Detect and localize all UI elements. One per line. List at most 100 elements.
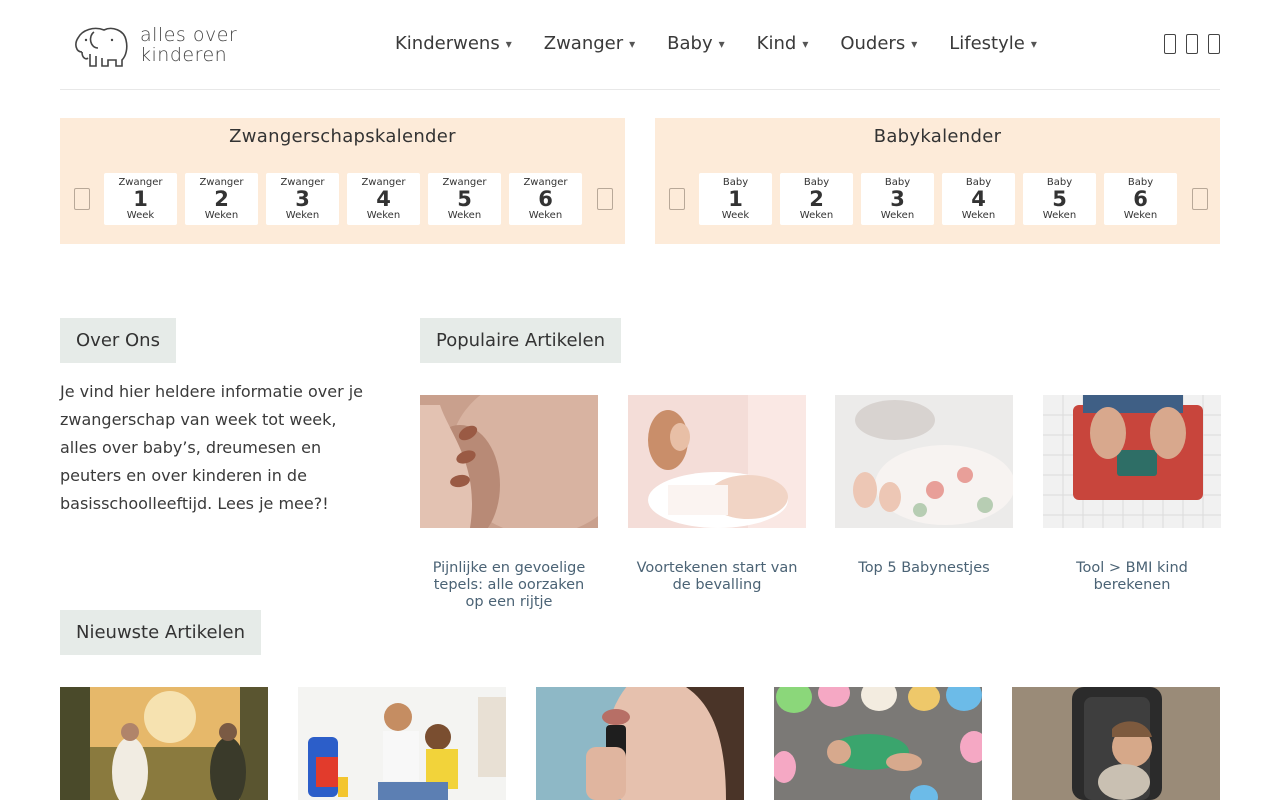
nav-item-kinderwens[interactable]: Kinderwens ▾ bbox=[395, 33, 512, 54]
card-unit: Weken bbox=[447, 210, 482, 221]
arrow-right-icon[interactable] bbox=[1192, 188, 1208, 210]
article-title[interactable]: Voortekenen start van de bevalling bbox=[628, 560, 806, 594]
popular-article-card[interactable]: Voortekenen start van de bevalling bbox=[628, 395, 806, 594]
card-unit: Weken bbox=[799, 210, 834, 221]
arrow-left-icon[interactable] bbox=[669, 188, 685, 210]
card-unit: Weken bbox=[285, 210, 320, 221]
card-number: 5 bbox=[457, 187, 472, 211]
about-heading: Over Ons bbox=[60, 318, 176, 363]
article-image[interactable] bbox=[835, 395, 1013, 528]
popular-heading: Populaire Artikelen bbox=[420, 318, 622, 363]
nav-label: Kinderwens bbox=[395, 33, 500, 54]
card-unit: Weken bbox=[1042, 210, 1077, 221]
card-label: Baby bbox=[1046, 177, 1073, 188]
search-icon[interactable] bbox=[1208, 34, 1220, 54]
card-number: 2 bbox=[214, 187, 229, 211]
calendar-card[interactable]: Zwanger 1 Week bbox=[104, 173, 177, 225]
card-label: Baby bbox=[1127, 177, 1154, 188]
calendar-card[interactable]: Baby 6 Weken bbox=[1104, 173, 1177, 225]
arrow-right-icon[interactable] bbox=[597, 188, 613, 210]
card-number: 6 bbox=[1133, 187, 1148, 211]
card-unit: Weken bbox=[528, 210, 563, 221]
site-logo[interactable]: alles over kinderen bbox=[72, 22, 237, 68]
main-nav: Kinderwens ▾ Zwanger ▾ Baby ▾ Kind ▾ Ouders ▾… bbox=[395, 33, 1069, 54]
newest-article-image[interactable] bbox=[298, 687, 506, 800]
card-unit: Weken bbox=[204, 210, 239, 221]
nav-item-lifestyle[interactable]: Lifestyle ▾ bbox=[949, 33, 1037, 54]
nav-item-kind[interactable]: Kind ▾ bbox=[757, 33, 809, 54]
social-icon[interactable] bbox=[1186, 34, 1198, 54]
article-title[interactable]: Top 5 Babynestjes bbox=[835, 560, 1013, 577]
card-unit: Weken bbox=[366, 210, 401, 221]
card-label: Zwanger bbox=[280, 177, 325, 188]
chevron-down-icon: ▾ bbox=[505, 36, 512, 51]
logo-line-2: kinderen bbox=[140, 44, 228, 66]
newest-article-image[interactable] bbox=[1012, 687, 1220, 800]
newest-heading: Nieuwste Artikelen bbox=[60, 610, 262, 655]
article-title[interactable]: Pijnlijke en gevoelige tepels: alle oorz… bbox=[420, 560, 598, 611]
nav-item-zwanger[interactable]: Zwanger ▾ bbox=[544, 33, 635, 54]
chevron-down-icon: ▾ bbox=[911, 36, 918, 51]
calendar-card[interactable]: Baby 1 Week bbox=[699, 173, 772, 225]
chevron-down-icon: ▾ bbox=[802, 36, 809, 51]
card-unit: Weken bbox=[880, 210, 915, 221]
calendar-title: Babykalender bbox=[873, 126, 1002, 147]
newest-article-image[interactable] bbox=[774, 687, 982, 800]
popular-article-card[interactable]: Top 5 Babynestjes bbox=[835, 395, 1013, 577]
calendar-card[interactable]: Zwanger 3 Weken bbox=[266, 173, 339, 225]
card-label: Baby bbox=[884, 177, 911, 188]
newest-article-image[interactable] bbox=[60, 687, 268, 800]
card-unit: Week bbox=[126, 210, 155, 221]
card-label: Zwanger bbox=[361, 177, 406, 188]
popular-article-card[interactable]: Pijnlijke en gevoelige tepels: alle oorz… bbox=[420, 395, 598, 611]
nav-label: Zwanger bbox=[543, 33, 624, 54]
nav-label: Kind bbox=[756, 33, 797, 54]
card-number: 5 bbox=[1052, 187, 1067, 211]
card-unit: Weken bbox=[961, 210, 996, 221]
card-number: 1 bbox=[133, 187, 148, 211]
calendar-card[interactable]: Zwanger 5 Weken bbox=[428, 173, 501, 225]
baby-calendar: Babykalender Baby 1 Week Baby 2 Weken Baby 3 W… bbox=[655, 118, 1220, 244]
card-number: 6 bbox=[538, 187, 553, 211]
card-label: Baby bbox=[803, 177, 830, 188]
card-number: 3 bbox=[295, 187, 310, 211]
card-label: Zwanger bbox=[523, 177, 568, 188]
card-number: 1 bbox=[728, 187, 743, 211]
calendar-card[interactable]: Zwanger 6 Weken bbox=[509, 173, 582, 225]
calendar-card[interactable]: Zwanger 4 Weken bbox=[347, 173, 420, 225]
calendar-card[interactable]: Zwanger 2 Weken bbox=[185, 173, 258, 225]
popular-article-card[interactable]: Tool > BMI kind berekenen bbox=[1043, 395, 1221, 594]
article-image[interactable] bbox=[420, 395, 598, 528]
nav-label: Lifestyle bbox=[949, 33, 1025, 54]
pregnancy-calendar: Zwangerschapskalender Zwanger 1 Week Zwang… bbox=[60, 118, 625, 244]
header-utility-icons bbox=[1154, 34, 1220, 54]
nav-item-baby[interactable]: Baby ▾ bbox=[667, 33, 725, 54]
site-header: alles over kinderen Kinderwens ▾ Zwanger ▾… bbox=[60, 0, 1220, 90]
arrow-left-icon[interactable] bbox=[74, 188, 90, 210]
chevron-down-icon: ▾ bbox=[718, 36, 725, 51]
calendar-title: Zwangerschapskalender bbox=[229, 126, 456, 147]
card-label: Zwanger bbox=[199, 177, 244, 188]
article-image[interactable] bbox=[1043, 395, 1221, 528]
card-number: 3 bbox=[890, 187, 905, 211]
card-label: Zwanger bbox=[442, 177, 487, 188]
card-label: Baby bbox=[722, 177, 749, 188]
card-unit: Week bbox=[721, 210, 750, 221]
nav-item-ouders[interactable]: Ouders ▾ bbox=[840, 33, 917, 54]
nav-label: Ouders bbox=[840, 33, 906, 54]
card-label: Baby bbox=[965, 177, 992, 188]
article-image[interactable] bbox=[628, 395, 806, 528]
elephant-logo-icon bbox=[75, 27, 128, 67]
article-title[interactable]: Tool > BMI kind berekenen bbox=[1043, 560, 1221, 594]
calendar-card[interactable]: Baby 5 Weken bbox=[1023, 173, 1096, 225]
chevron-down-icon: ▾ bbox=[1030, 36, 1037, 51]
logo-line-1: alles over bbox=[140, 24, 238, 46]
calendar-card[interactable]: Baby 2 Weken bbox=[780, 173, 853, 225]
about-text: Je vind hier heldere informatie over je … bbox=[60, 382, 364, 513]
chevron-down-icon: ▾ bbox=[629, 36, 636, 51]
newest-article-image[interactable] bbox=[536, 687, 744, 800]
calendar-card[interactable]: Baby 4 Weken bbox=[942, 173, 1015, 225]
card-label: Zwanger bbox=[118, 177, 163, 188]
social-icon[interactable] bbox=[1164, 34, 1176, 54]
calendar-card[interactable]: Baby 3 Weken bbox=[861, 173, 934, 225]
